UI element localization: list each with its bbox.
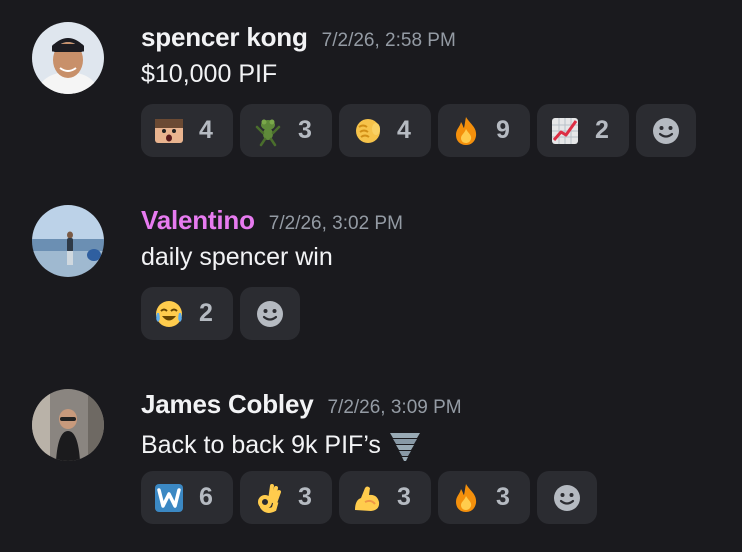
add-reaction-button[interactable] bbox=[636, 104, 696, 157]
timestamp: 7/2/26, 3:02 PM bbox=[268, 213, 403, 234]
tears-of-joy-icon bbox=[153, 298, 185, 330]
avatar[interactable] bbox=[32, 22, 104, 94]
reaction-letter-w[interactable]: 6 bbox=[141, 471, 233, 524]
add-reaction-smiley-icon bbox=[254, 298, 286, 330]
reaction-count: 2 bbox=[595, 116, 609, 144]
reaction-flexed-biceps[interactable]: 3 bbox=[339, 471, 431, 524]
reaction-chart-increasing[interactable]: 2 bbox=[537, 104, 629, 157]
username[interactable]: James Cobley bbox=[141, 389, 314, 420]
flexed-biceps-icon bbox=[351, 482, 383, 514]
add-reaction-smiley-icon bbox=[650, 115, 682, 147]
dancing-frog-icon bbox=[252, 115, 284, 147]
reaction-fire[interactable]: 3 bbox=[438, 471, 530, 524]
tornado-icon bbox=[387, 427, 423, 463]
reaction-count: 4 bbox=[397, 116, 411, 144]
timestamp: 7/2/26, 3:09 PM bbox=[327, 397, 462, 418]
reaction-fist-bump[interactable]: 4 bbox=[339, 104, 431, 157]
reaction-ok-hand[interactable]: 3 bbox=[240, 471, 332, 524]
reactions-bar: 6 3 3 3 bbox=[141, 471, 597, 524]
message-content: Back to back 9k PIF’s bbox=[141, 427, 423, 463]
add-reaction-button[interactable] bbox=[537, 471, 597, 524]
avatar[interactable] bbox=[32, 205, 104, 277]
chat-message-list: spencer kong 7/2/26, 2:58 PM $10,000 PIF… bbox=[0, 0, 742, 552]
username[interactable]: spencer kong bbox=[141, 22, 308, 53]
letter-w-icon bbox=[153, 482, 185, 514]
reaction-count: 6 bbox=[199, 483, 213, 511]
avatar[interactable] bbox=[32, 389, 104, 461]
message-text: daily spencer win bbox=[141, 243, 333, 271]
reaction-tears-of-joy[interactable]: 2 bbox=[141, 287, 233, 340]
reaction-count: 4 bbox=[199, 116, 213, 144]
chart-increasing-icon bbox=[549, 115, 581, 147]
fire-icon bbox=[450, 115, 482, 147]
reaction-count: 3 bbox=[397, 483, 411, 511]
message-text: Back to back 9k PIF’s bbox=[141, 430, 381, 459]
reaction-count: 2 bbox=[199, 299, 213, 327]
add-reaction-button[interactable] bbox=[240, 287, 300, 340]
add-reaction-smiley-icon bbox=[551, 482, 583, 514]
ok-hand-icon bbox=[252, 482, 284, 514]
timestamp: 7/2/26, 2:58 PM bbox=[321, 30, 456, 51]
reaction-count: 3 bbox=[298, 116, 312, 144]
reaction-dancing-frog[interactable]: 3 bbox=[240, 104, 332, 157]
reactions-bar: 2 bbox=[141, 287, 300, 340]
reactions-bar: 4 3 4 9 2 bbox=[141, 104, 696, 157]
reaction-shocked-face[interactable]: 4 bbox=[141, 104, 233, 157]
username[interactable]: Valentino bbox=[141, 205, 255, 236]
shocked-face-custom-icon bbox=[153, 115, 185, 147]
reaction-fire[interactable]: 9 bbox=[438, 104, 530, 157]
message-text: $10,000 PIF bbox=[141, 60, 278, 88]
fist-bump-icon bbox=[351, 115, 383, 147]
reaction-count: 3 bbox=[496, 483, 510, 511]
fire-icon bbox=[450, 482, 482, 514]
reaction-count: 3 bbox=[298, 483, 312, 511]
reaction-count: 9 bbox=[496, 116, 510, 144]
